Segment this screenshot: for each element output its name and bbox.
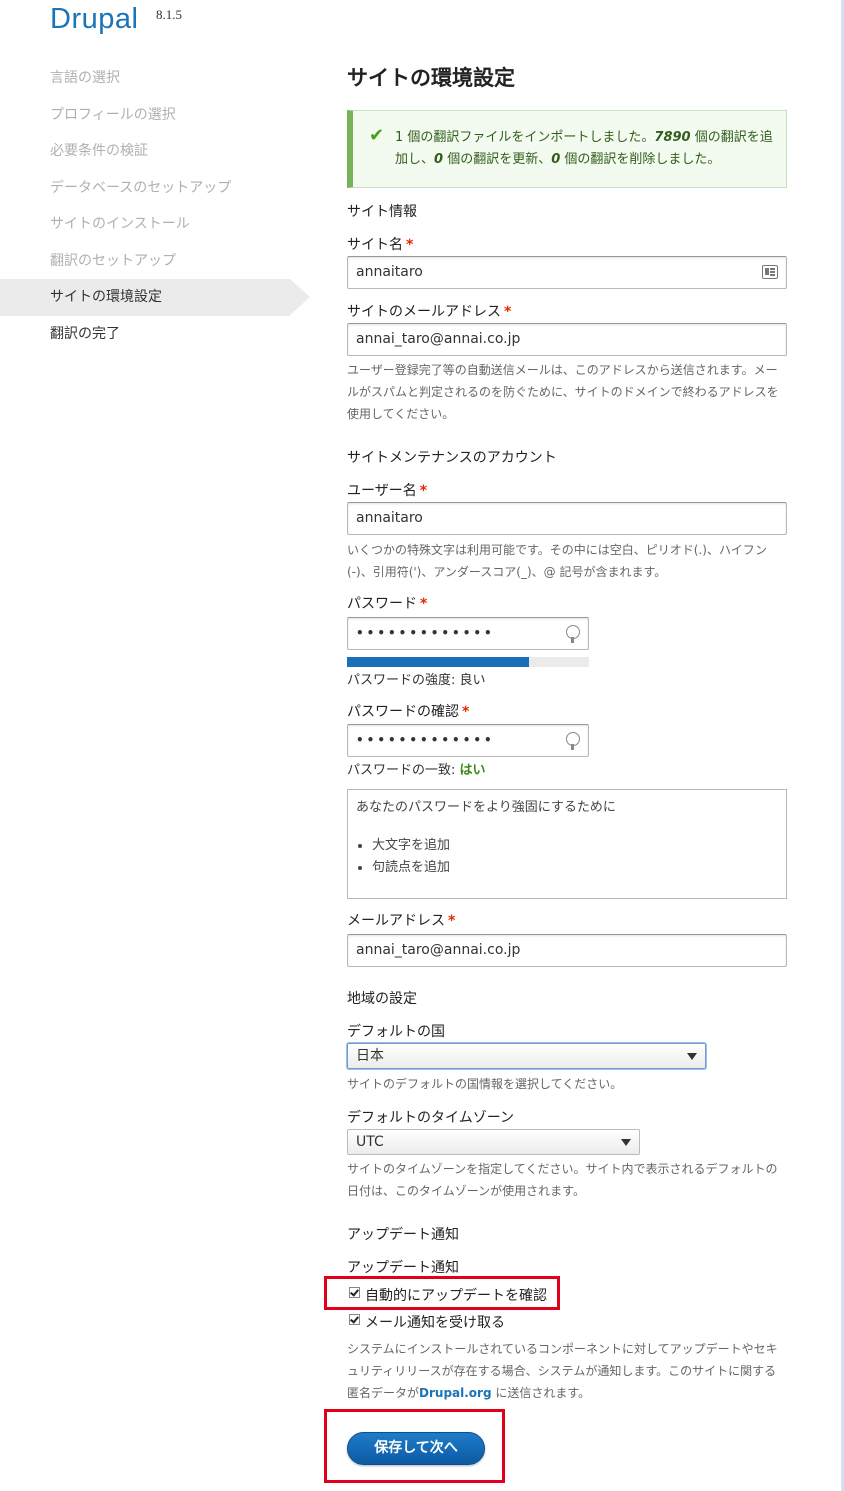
step-profile: プロフィールの選択	[50, 106, 176, 123]
default-timezone-description: サイトのタイムゾーンを指定してください。サイト内で表示されるデフォルトの日付は、…	[347, 1162, 778, 1198]
chevron-down-icon	[687, 1053, 697, 1060]
suggestion-item: 大文字を追加	[372, 835, 778, 857]
password-strength-text: パスワードの強度: 良い	[347, 673, 486, 688]
default-country-label: デフォルトの国	[347, 1024, 445, 1040]
drupal-version: 8.1.5	[156, 7, 182, 22]
password-match-text: パスワードの一致: はい	[347, 763, 486, 778]
updates-heading: アップデート通知	[347, 1227, 459, 1243]
drupal-logo-text: Drupal	[50, 3, 139, 35]
status-message: ✔ 1 個の翻訳ファイルをインポートしました。7890 個の翻訳を追加し、0 個…	[347, 110, 787, 188]
password-input[interactable]: •••••••••••••	[347, 617, 589, 650]
contact-card-icon[interactable]	[762, 265, 778, 279]
install-steps-sidebar: 言語の選択 プロフィールの選択 必要条件の検証 データベースのセットアップ サイ…	[0, 60, 310, 352]
password-confirm-label: パスワードの確認 *	[347, 704, 470, 720]
suggestion-item: 句読点を追加	[372, 857, 778, 879]
account-email-input[interactable]: annai_taro@annai.co.jp	[347, 934, 787, 967]
username-description: いくつかの特殊文字は利用可能です。その中には空白、ピリオド(.)、ハイフン(-)…	[347, 543, 767, 579]
step-translation-finish: 翻訳の完了	[50, 325, 120, 342]
site-name-input[interactable]: annaitaro	[347, 256, 787, 289]
key-icon	[566, 732, 580, 750]
step-language: 言語の選択	[50, 70, 120, 86]
check-icon: ✔	[369, 125, 385, 146]
password-strength-fill	[347, 657, 529, 667]
mail-notify-option[interactable]: メール通知を受け取る	[347, 1312, 567, 1332]
password-suggestions: あなたのパスワードをより強固にするために 大文字を追加 句読点を追加	[347, 789, 787, 899]
step-install-site: サイトのインストール	[50, 216, 190, 232]
account-email-label: メールアドレス *	[347, 913, 456, 929]
default-timezone-label: デフォルトのタイムゾーン	[347, 1110, 515, 1126]
site-mail-input[interactable]: annai_taro@annai.co.jp	[347, 323, 787, 356]
site-info-heading: サイト情報	[347, 204, 417, 220]
regional-heading: 地域の設定	[347, 991, 417, 1007]
mail-notify-label[interactable]: メール通知を受け取る	[365, 1312, 505, 1332]
password-label: パスワード *	[347, 596, 428, 612]
site-mail-label: サイトのメールアドレス *	[347, 304, 512, 320]
drupal-org-link[interactable]: Drupal.org	[419, 1386, 492, 1400]
password-confirm-input[interactable]: •••••••••••••	[347, 724, 589, 757]
site-name-label: サイト名 *	[347, 237, 414, 253]
password-suggestions-title: あなたのパスワードをより強固にするために	[356, 800, 616, 815]
step-database: データベースのセットアップ	[50, 179, 232, 196]
default-country-description: サイトのデフォルトの国情報を選択してください。	[347, 1077, 623, 1091]
username-label: ユーザー名 *	[347, 483, 428, 499]
page-title: サイトの環境設定	[347, 66, 515, 90]
account-heading: サイトメンテナンスのアカウント	[347, 450, 557, 466]
default-timezone-select[interactable]: UTC	[347, 1129, 640, 1155]
default-country-select[interactable]: 日本	[347, 1043, 706, 1069]
highlight-save-button	[324, 1409, 505, 1483]
mail-notify-checkbox[interactable]	[349, 1314, 360, 1325]
highlight-auto-update	[324, 1276, 560, 1310]
username-input[interactable]: annaitaro	[347, 502, 787, 535]
password-strength-bar	[347, 657, 589, 667]
step-configure-site: サイトの環境設定	[0, 279, 310, 316]
key-icon	[566, 625, 580, 643]
updates-subheading: アップデート通知	[347, 1260, 459, 1276]
site-mail-description: ユーザー登録完了等の自動送信メールは、このアドレスから送信されます。メールがスパ…	[347, 363, 779, 421]
step-requirements: 必要条件の検証	[50, 143, 148, 159]
site-branding: Drupal 8.1.5	[50, 3, 182, 36]
chevron-down-icon	[621, 1139, 631, 1146]
updates-description: システムにインストールされているコンポーネントに対してアップデートやセキュリティ…	[347, 1342, 778, 1400]
step-translation-setup: 翻訳のセットアップ	[50, 252, 176, 269]
status-message-text: 1 個の翻訳ファイルをインポートしました。7890 個の翻訳を追加し、0 個の翻…	[395, 130, 773, 167]
